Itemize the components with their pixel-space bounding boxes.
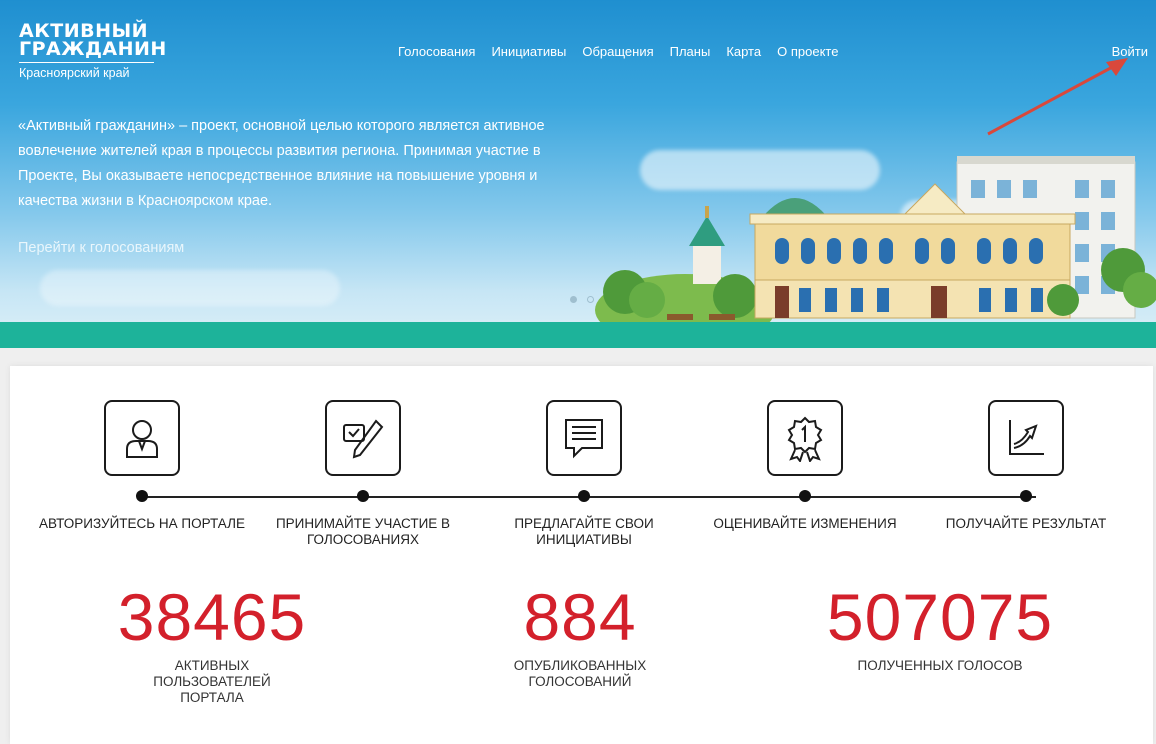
annotation-arrow [987, 58, 1128, 136]
step-icon-box [325, 400, 401, 476]
how-it-works-section: АВТОРИЗУЙТЕСЬ НА ПОРТАЛЕ ПРИНИМАЙТЕ УЧАС… [10, 366, 1153, 744]
logo-region: Красноярский край [19, 62, 154, 80]
site-logo[interactable]: АКТИВНЫЙ ГРАЖДАНИН Красноярский край [19, 22, 167, 80]
step-icon-box [988, 400, 1064, 476]
hero-description: «Активный гражданин» – проект, основной … [18, 118, 545, 209]
nav-item-appeals[interactable]: Обращения [582, 44, 653, 59]
step-icon-box [104, 400, 180, 476]
step-label: АВТОРИЗУЙТЕСЬ НА ПОРТАЛЕ [39, 516, 245, 531]
ballot-pen-icon [343, 419, 384, 459]
growth-chart-icon [1009, 420, 1044, 455]
step-icon-box [546, 400, 622, 476]
step-vote: ПРИНИМАЙТЕ УЧАСТИЕ В ГОЛОСОВАНИЯХ [253, 400, 473, 548]
timeline-node [578, 490, 590, 502]
stat-caption: ОПУБЛИКОВАННЫХ ГОЛОСОВАНИЙ [513, 658, 647, 689]
nav-item-map[interactable]: Карта [726, 44, 761, 59]
timeline-node [357, 490, 369, 502]
hero-banner: АКТИВНЫЙ ГРАЖДАНИН Красноярский край Гол… [0, 0, 1156, 348]
city-building-illustration [595, 156, 1156, 330]
message-icon [565, 419, 603, 459]
step-authorize: АВТОРИЗУЙТЕСЬ НА ПОРТАЛЕ [32, 400, 252, 532]
teal-band [0, 322, 1156, 348]
user-icon [126, 420, 158, 458]
main-nav: Голосования Инициативы Обращения Планы К… [398, 44, 838, 59]
step-evaluate: ОЦЕНИВАЙТЕ ИЗМЕНЕНИЯ [695, 400, 915, 532]
stat-caption: ПОЛУЧЕННЫХ ГОЛОСОВ [857, 658, 1023, 673]
step-initiatives: ПРЕДЛАГАЙТЕ СВОИ ИНИЦИАТИВЫ [474, 400, 694, 548]
go-to-votes-link[interactable]: Перейти к голосованиям [18, 240, 184, 256]
nav-item-initiatives[interactable]: Инициативы [491, 44, 566, 59]
step-label: ПОЛУЧАЙТЕ РЕЗУЛЬТАТ [945, 516, 1107, 531]
stat-active-users: 38465 АКТИВНЫХ ПОЛЬЗОВАТЕЛЕЙ ПОРТАЛА [82, 584, 342, 706]
stat-caption: АКТИВНЫХ ПОЛЬЗОВАТЕЛЕЙ ПОРТАЛА [153, 658, 271, 705]
step-label: ОЦЕНИВАЙТЕ ИЗМЕНЕНИЯ [713, 516, 897, 531]
carousel-dot-1[interactable] [570, 296, 577, 303]
step-icon-box [767, 400, 843, 476]
step-label: ПРЕДЛАГАЙТЕ СВОИ ИНИЦИАТИВЫ [514, 516, 654, 547]
stat-published-votes: 884 ОПУБЛИКОВАННЫХ ГОЛОСОВАНИЙ [450, 584, 710, 690]
stat-value: 38465 [117, 580, 307, 654]
stat-value: 884 [523, 580, 637, 654]
logo-line-2: ГРАЖДАНИН [19, 38, 167, 60]
nav-item-plans[interactable]: Планы [670, 44, 711, 59]
award-icon [787, 416, 823, 462]
stat-value: 507075 [826, 580, 1054, 654]
timeline-node [799, 490, 811, 502]
timeline-node [1020, 490, 1032, 502]
nav-item-about[interactable]: О проекте [777, 44, 838, 59]
step-label: ПРИНИМАЙТЕ УЧАСТИЕ В ГОЛОСОВАНИЯХ [275, 516, 451, 547]
stat-received-votes: 507075 ПОЛУЧЕННЫХ ГОЛОСОВ [810, 584, 1070, 674]
step-result: ПОЛУЧАЙТЕ РЕЗУЛЬТАТ [916, 400, 1136, 532]
cloud [40, 270, 340, 306]
timeline-node [136, 490, 148, 502]
nav-item-votes[interactable]: Голосования [398, 44, 475, 59]
